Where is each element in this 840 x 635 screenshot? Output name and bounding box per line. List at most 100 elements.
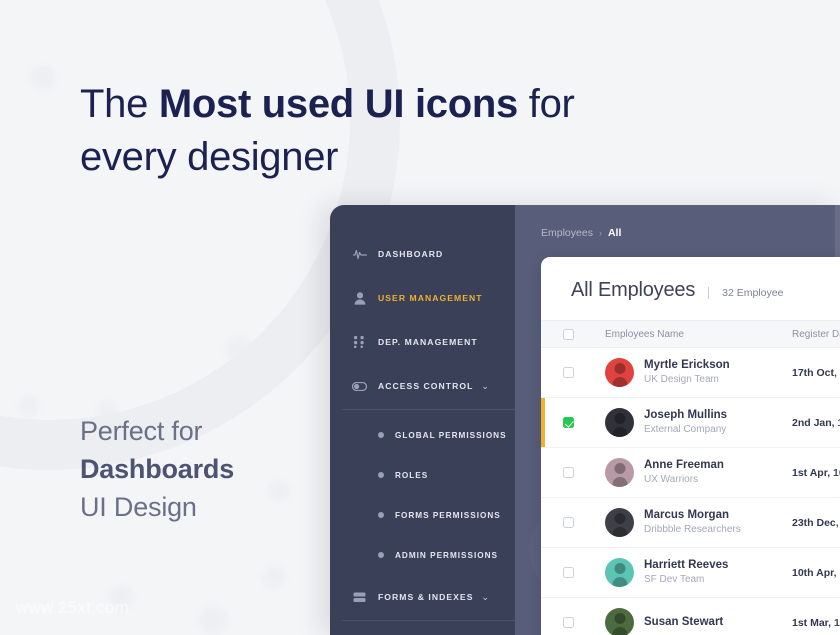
table-row[interactable]: Anne Freeman UX Warriors 1st Apr, 16 bbox=[541, 448, 840, 498]
breadcrumb-current: All bbox=[607, 227, 622, 239]
register-date: 17th Oct, 15 bbox=[792, 366, 840, 379]
chevron-down-icon[interactable]: ⌄ bbox=[481, 381, 489, 391]
app-mockup: DASHBOARD USER MANAGEMENT DEP. MANAGEMEN… bbox=[330, 205, 840, 635]
table-header-row: Employees Name Register Date bbox=[541, 320, 840, 348]
sidebar-subitem-label: GLOBAL PERMISSIONS bbox=[395, 430, 507, 440]
row-checkbox-cell[interactable] bbox=[563, 467, 597, 478]
sidebar-subitem-admin-permissions[interactable]: ADMIN PERMISSIONS bbox=[330, 542, 515, 568]
site-watermark: www.25xt.com bbox=[16, 598, 130, 617]
sidebar-subitem-forms-permissions[interactable]: FORMS PERMISSIONS bbox=[330, 502, 515, 528]
employee-name: Myrtle Erickson bbox=[644, 359, 730, 371]
avatar bbox=[605, 608, 634, 635]
employee-name: Harriett Reeves bbox=[644, 559, 729, 571]
background-blob bbox=[30, 65, 56, 91]
bullet-dot-icon bbox=[378, 432, 384, 438]
employee-name: Susan Stewart bbox=[644, 616, 724, 628]
table-row[interactable]: Susan Stewart 1st Mar, 16 bbox=[541, 598, 840, 635]
user-icon bbox=[352, 291, 367, 306]
background-blob bbox=[18, 395, 40, 417]
row-checkbox[interactable] bbox=[563, 617, 574, 628]
row-checkbox-cell[interactable] bbox=[563, 567, 597, 578]
row-name-cell: Anne Freeman UX Warriors bbox=[597, 458, 792, 487]
column-header-date[interactable]: Register Date bbox=[792, 329, 840, 340]
activity-pulse-icon bbox=[352, 247, 367, 262]
employee-name: Joseph Mullins bbox=[644, 409, 728, 421]
register-date: 2nd Jan, 16 bbox=[792, 416, 840, 429]
avatar bbox=[605, 458, 634, 487]
headline-part-2: for bbox=[517, 82, 575, 126]
bullet-dot-icon bbox=[378, 552, 384, 558]
row-name-cell: Susan Stewart bbox=[597, 608, 792, 635]
grid-dots-icon bbox=[352, 335, 367, 350]
table-row[interactable]: Joseph Mullins External Company 2nd Jan,… bbox=[541, 398, 840, 448]
chevron-down-icon[interactable]: ⌄ bbox=[482, 592, 490, 602]
row-checkbox[interactable] bbox=[563, 517, 574, 528]
subcopy-line-3: UI Design bbox=[80, 492, 197, 522]
toggle-icon bbox=[352, 379, 367, 394]
employee-name: Marcus Morgan bbox=[644, 509, 729, 521]
row-checkbox[interactable] bbox=[563, 417, 574, 428]
headline-emphasis: Most used UI icons bbox=[158, 82, 518, 126]
sidebar-item-label: DEP. MANAGEMENT bbox=[378, 337, 478, 347]
table-row[interactable]: Harriett Reeves SF Dev Team 10th Apr, 16 bbox=[541, 548, 840, 598]
background-blob bbox=[268, 480, 290, 502]
row-name-cell: Marcus Morgan Dribbble Researchers bbox=[597, 508, 792, 537]
background-blob bbox=[262, 565, 286, 589]
sidebar-subitem-roles[interactable]: ROLES bbox=[330, 462, 515, 488]
table-row[interactable]: Marcus Morgan Dribbble Researchers 23th … bbox=[541, 498, 840, 548]
sidebar-item-dep-management[interactable]: DEP. MANAGEMENT bbox=[330, 327, 515, 357]
sidebar-subitem-label: FORMS PERMISSIONS bbox=[395, 510, 501, 520]
sidebar-item-forms-and-indexes[interactable]: FORMS & INDEXES ⌄ bbox=[330, 582, 515, 612]
row-checkbox[interactable] bbox=[563, 467, 574, 478]
subcopy-block: Perfect for Dashboards UI Design bbox=[80, 412, 234, 526]
row-checkbox-cell[interactable] bbox=[563, 517, 597, 528]
row-checkbox[interactable] bbox=[563, 367, 574, 378]
register-date: 10th Apr, 16 bbox=[792, 566, 840, 579]
sidebar-subitem-global-permissions[interactable]: GLOBAL PERMISSIONS bbox=[330, 422, 515, 448]
page-title: The Most used UI icons for every designe… bbox=[80, 78, 660, 184]
row-checkbox-cell[interactable] bbox=[563, 417, 597, 428]
breadcrumb: Employees › All bbox=[515, 227, 840, 239]
background-blob bbox=[225, 335, 253, 363]
sidebar-divider bbox=[342, 620, 515, 621]
employees-card: All Employees 32 Employee Employees Name… bbox=[541, 257, 840, 635]
employee-name: Anne Freeman bbox=[644, 459, 724, 471]
avatar bbox=[605, 508, 634, 537]
subcopy-line-2: Dashboards bbox=[80, 454, 235, 484]
card-header: All Employees 32 Employee bbox=[541, 257, 840, 320]
row-checkbox-cell[interactable] bbox=[563, 617, 597, 628]
sidebar-item-dashboard[interactable]: DASHBOARD bbox=[330, 239, 515, 269]
column-header-name[interactable]: Employees Name bbox=[597, 329, 792, 340]
row-checkbox-cell[interactable] bbox=[563, 367, 597, 378]
table-row[interactable]: Myrtle Erickson UK Design Team 17th Oct,… bbox=[541, 348, 840, 398]
select-all-checkbox[interactable] bbox=[563, 328, 574, 340]
employee-team: UX Warriors bbox=[644, 474, 699, 485]
breadcrumb-root[interactable]: Employees bbox=[541, 227, 593, 239]
sidebar-subitem-label: ROLES bbox=[395, 470, 429, 480]
employee-team: Dribbble Researchers bbox=[644, 524, 741, 535]
content-area: Employees › All All Employees 32 Employe… bbox=[515, 205, 840, 635]
avatar bbox=[605, 558, 634, 587]
sidebar: DASHBOARD USER MANAGEMENT DEP. MANAGEMEN… bbox=[330, 205, 515, 635]
register-date: 1st Mar, 16 bbox=[792, 616, 840, 629]
register-date: 23th Dec, 15 bbox=[792, 516, 840, 529]
employee-team: SF Dev Team bbox=[644, 574, 705, 585]
content-scrollbar[interactable] bbox=[835, 205, 840, 635]
headline-line-2: every designer bbox=[80, 135, 339, 179]
select-all-checkbox-cell[interactable] bbox=[563, 328, 597, 340]
register-date: 1st Apr, 16 bbox=[792, 466, 840, 479]
row-name-cell: Joseph Mullins External Company bbox=[597, 408, 792, 437]
avatar bbox=[605, 358, 634, 387]
row-checkbox[interactable] bbox=[563, 567, 574, 578]
subcopy-line-1: Perfect for bbox=[80, 416, 203, 446]
row-name-cell: Myrtle Erickson UK Design Team bbox=[597, 358, 792, 387]
sidebar-item-label: USER MANAGEMENT bbox=[378, 293, 483, 303]
background-blob bbox=[198, 605, 228, 635]
sidebar-item-label: DASHBOARD bbox=[378, 249, 444, 259]
bullet-dot-icon bbox=[378, 472, 384, 478]
sidebar-item-user-management[interactable]: USER MANAGEMENT bbox=[330, 283, 515, 313]
layers-icon bbox=[352, 590, 367, 605]
headline-part-1: The bbox=[80, 82, 159, 126]
row-name-cell: Harriett Reeves SF Dev Team bbox=[597, 558, 792, 587]
sidebar-item-access-control[interactable]: ACCESS CONTROL ⌄ bbox=[330, 371, 515, 401]
